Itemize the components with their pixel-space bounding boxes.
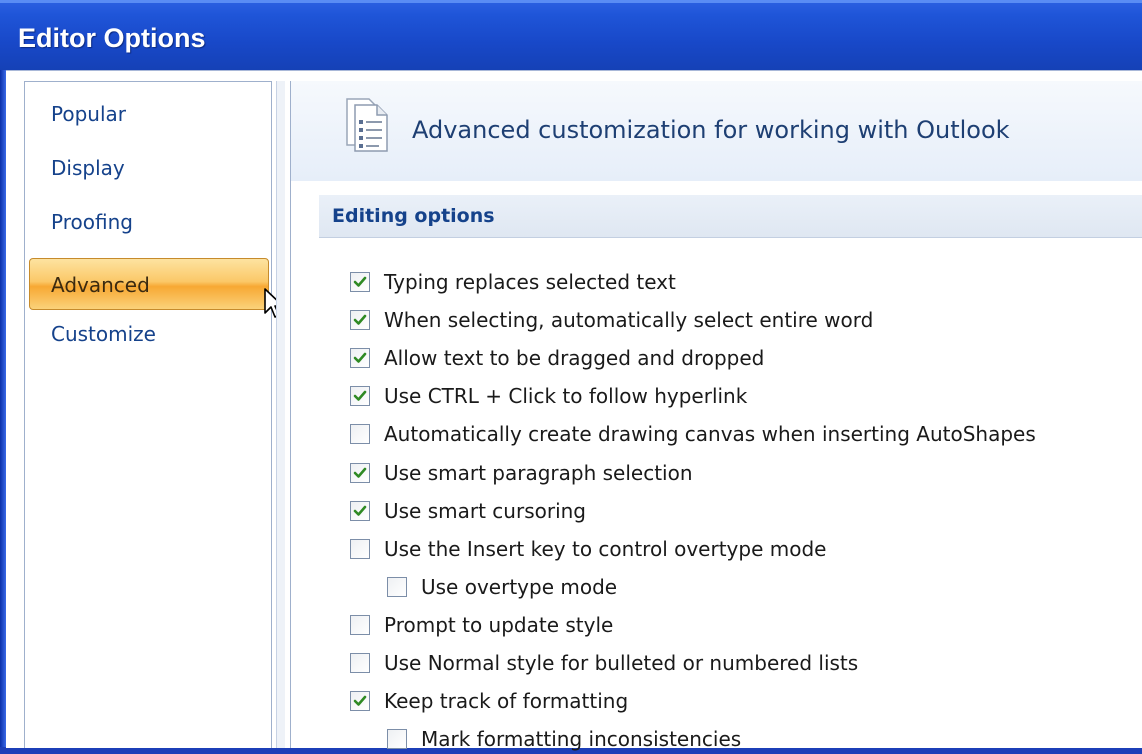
checkbox-unchecked[interactable] bbox=[387, 729, 407, 750]
sidebar-item-advanced[interactable]: Advanced bbox=[29, 258, 269, 310]
document-list-icon bbox=[346, 98, 388, 152]
option-label: Use smart cursoring bbox=[384, 498, 587, 523]
option-label: Use Normal style for bulleted or numbere… bbox=[384, 651, 859, 675]
pane-divider bbox=[276, 81, 285, 748]
sidebar-item-customize[interactable]: Customize bbox=[51, 322, 156, 346]
section-title: Editing options bbox=[332, 205, 495, 227]
option-label: Use smart paragraph selection bbox=[384, 460, 693, 485]
option-row[interactable]: Automatically create drawing canvas when… bbox=[350, 419, 1036, 449]
check-icon bbox=[353, 276, 367, 287]
option-row[interactable]: Prompt to update style bbox=[350, 610, 613, 640]
option-row[interactable]: Keep track of formatting bbox=[350, 686, 628, 716]
option-label: When selecting, automatically select ent… bbox=[384, 308, 874, 333]
option-row[interactable]: Use CTRL + Click to follow hyperlink bbox=[350, 381, 747, 411]
check-icon bbox=[353, 467, 367, 478]
sidebar-item-popular[interactable]: Popular bbox=[51, 102, 126, 126]
option-row[interactable]: Mark formatting inconsistencies bbox=[387, 724, 741, 754]
sidebar-item-proofing[interactable]: Proofing bbox=[51, 210, 133, 234]
window-title: Editor Options bbox=[18, 23, 206, 53]
option-label: Use the Insert key to control overtype m… bbox=[384, 536, 827, 561]
option-label: Automatically create drawing canvas when… bbox=[384, 422, 1036, 447]
checkbox-checked[interactable] bbox=[350, 462, 370, 483]
option-row[interactable]: Use overtype mode bbox=[387, 572, 617, 602]
checkbox-unchecked[interactable] bbox=[350, 653, 370, 673]
option-label: Use CTRL + Click to follow hyperlink bbox=[384, 384, 748, 409]
checkbox-unchecked[interactable] bbox=[350, 614, 370, 635]
dialog-client-area: Popular Display Proofing Advanced Custom… bbox=[6, 70, 1142, 751]
checkbox-checked[interactable] bbox=[350, 272, 370, 292]
checkbox-checked[interactable] bbox=[350, 310, 370, 331]
option-label: Keep track of formatting bbox=[384, 689, 629, 714]
checkbox-unchecked[interactable] bbox=[350, 538, 370, 559]
panel-header: Advanced customization for working with … bbox=[291, 81, 1142, 181]
section-header-editing-options: Editing options bbox=[319, 195, 1142, 238]
checkbox-checked[interactable] bbox=[350, 691, 370, 712]
check-icon bbox=[353, 695, 367, 706]
option-label: Use overtype mode bbox=[421, 574, 618, 599]
panel-heading: Advanced customization for working with … bbox=[412, 116, 1010, 144]
sidebar-item-display[interactable]: Display bbox=[51, 156, 125, 180]
check-icon bbox=[353, 314, 367, 325]
option-label: Typing replaces selected text bbox=[384, 270, 676, 294]
checkbox-checked[interactable] bbox=[350, 348, 370, 369]
checkbox-unchecked[interactable] bbox=[387, 576, 407, 597]
checkbox-checked[interactable] bbox=[350, 500, 370, 521]
check-icon bbox=[353, 352, 367, 363]
sidebar-item-label: Advanced bbox=[51, 273, 150, 297]
option-label: Mark formatting inconsistencies bbox=[421, 727, 742, 752]
option-row[interactable]: Use smart paragraph selection bbox=[350, 458, 693, 488]
option-label: Prompt to update style bbox=[384, 612, 614, 637]
options-panel: Advanced customization for working with … bbox=[290, 81, 1142, 751]
checkbox-unchecked[interactable] bbox=[350, 424, 370, 445]
title-bar[interactable]: Editor Options bbox=[0, 0, 1142, 70]
check-icon bbox=[353, 505, 367, 516]
option-row[interactable]: Use smart cursoring bbox=[350, 496, 586, 526]
option-row[interactable]: When selecting, automatically select ent… bbox=[350, 305, 873, 335]
option-label: Allow text to be dragged and dropped bbox=[384, 346, 765, 371]
option-row[interactable]: Use the Insert key to control overtype m… bbox=[350, 534, 826, 564]
category-sidebar: Popular Display Proofing Advanced Custom… bbox=[24, 81, 284, 748]
option-row[interactable]: Allow text to be dragged and dropped bbox=[350, 343, 764, 373]
check-icon bbox=[353, 390, 367, 402]
option-row[interactable]: Typing replaces selected text bbox=[350, 267, 676, 297]
option-row[interactable]: Use Normal style for bulleted or numbere… bbox=[350, 648, 858, 678]
checkbox-checked[interactable] bbox=[350, 386, 370, 407]
